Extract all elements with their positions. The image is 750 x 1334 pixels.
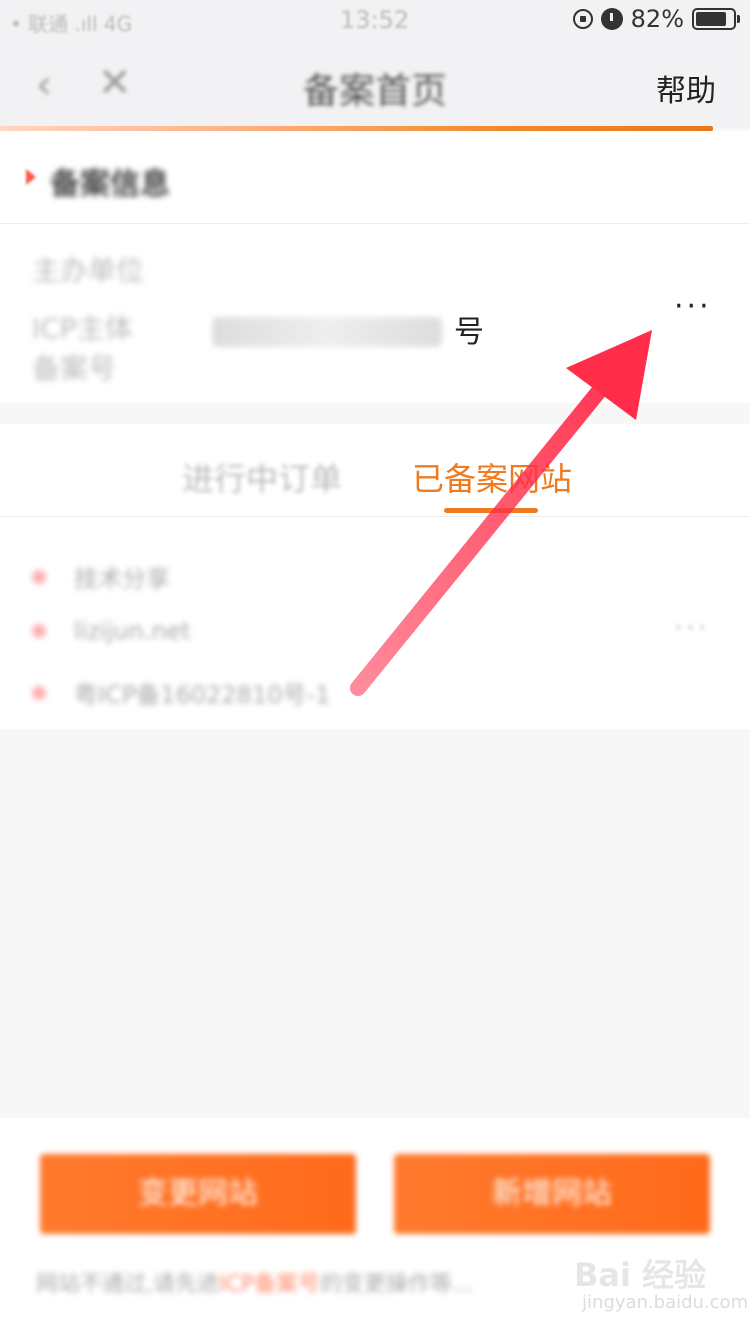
active-tab-indicator xyxy=(444,508,538,513)
help-button[interactable]: 帮助 xyxy=(656,66,716,110)
tip-prefix: 网站不通过,请先进 xyxy=(36,1272,219,1297)
section-title: 备案信息 xyxy=(50,167,170,202)
bullet-dot-icon xyxy=(32,624,46,638)
icp-number-redacted xyxy=(212,317,442,347)
divider xyxy=(0,223,750,224)
record-info-card: 备案信息 主办单位 ICP主体备案号 号 ··· xyxy=(0,131,750,403)
watermark-logo: Bai 经验 xyxy=(574,1256,707,1294)
bullet-dot-icon xyxy=(32,569,46,584)
site-name: 技术分享 xyxy=(74,565,170,593)
battery-percent: 82% xyxy=(630,5,684,33)
section-marker-icon xyxy=(26,169,36,185)
page-title: 备案首页 xyxy=(302,71,447,112)
list-item: lizijun.net xyxy=(32,617,191,645)
more-options-button[interactable]: ··· xyxy=(674,289,712,324)
list-item: 粤ICP备16022810号-1 xyxy=(32,675,330,710)
status-bar: • 联通 .ıll 4G 13:52 82% xyxy=(0,0,750,42)
change-website-button[interactable]: 变更网站 xyxy=(40,1154,356,1234)
icp-number-label: ICP主体备案号 xyxy=(32,312,133,385)
site-icp-number: 粤ICP备16022810号-1 xyxy=(74,681,331,709)
tab-recorded-websites[interactable]: 已备案网站 xyxy=(412,454,572,500)
tip-link[interactable]: ICP备案号 xyxy=(219,1272,320,1297)
carrier-signal: • 联通 .ıll 4G xyxy=(10,12,133,36)
website-list: 技术分享 lizijun.net 粤ICP备16022810号-1 ··· xyxy=(0,517,750,729)
bullet-dot-icon xyxy=(32,685,46,700)
watermark-url: jingyan.baidu.com xyxy=(582,1292,749,1313)
alarm-icon xyxy=(600,8,623,30)
site-domain: lizijun.net xyxy=(74,617,191,645)
add-website-button[interactable]: 新增网站 xyxy=(394,1154,710,1234)
icp-number-suffix: 号 xyxy=(454,315,484,350)
baidu-jingyan-watermark: Bai 经验 jingyan.baidu.com xyxy=(574,1250,748,1326)
rotation-lock-icon xyxy=(572,9,593,29)
nav-bar: ‹ ✕ 备案首页 帮助 xyxy=(0,42,750,128)
tip-text: 网站不通过,请先进ICP备案号的变更操作等... xyxy=(36,1266,473,1298)
order-tabs: 进行中订单 已备案网站 xyxy=(0,424,750,517)
status-icons: 82% xyxy=(572,5,740,33)
list-item: 技术分享 xyxy=(32,559,170,594)
sponsor-unit-label: 主办单位 xyxy=(32,254,145,287)
battery-icon xyxy=(692,8,740,30)
tab-in-progress-orders[interactable]: 进行中订单 xyxy=(182,454,342,500)
clock: 13:52 xyxy=(340,6,410,34)
tip-suffix: 的变更操作等... xyxy=(320,1272,474,1297)
site-more-button[interactable]: ··· xyxy=(674,611,710,644)
